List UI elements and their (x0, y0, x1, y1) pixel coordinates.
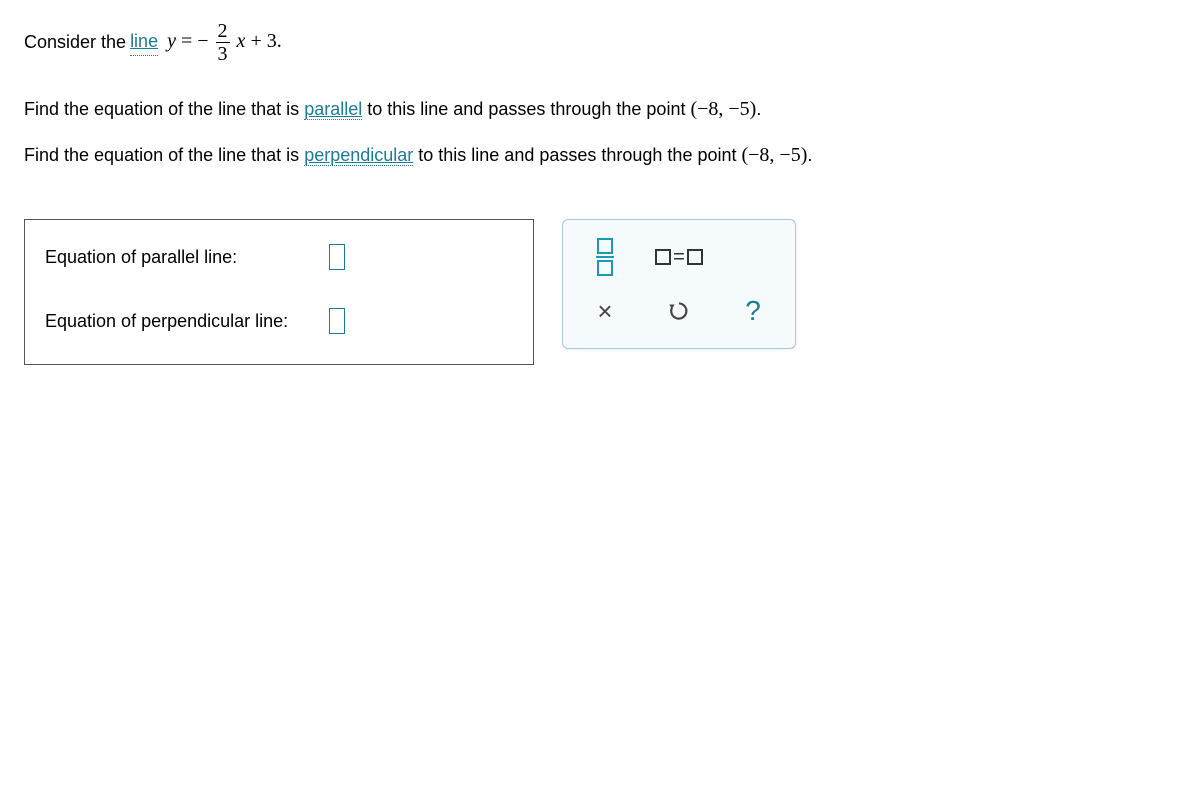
keypad-row-2: × ? (575, 284, 783, 338)
problem-statement: Consider the line y = − 2 3 x + 3. Find … (24, 20, 1176, 169)
fraction-icon (596, 238, 614, 276)
period-2: . (807, 145, 812, 165)
clear-icon: × (597, 296, 612, 327)
perpendicular-question: Find the equation of the line that is pe… (24, 141, 1176, 169)
perp-post: to this line and passes through the poin… (413, 145, 741, 165)
keypad: = × ? (562, 219, 796, 349)
eq-fraction: 2 3 (216, 20, 230, 65)
keypad-spacer-1 (729, 238, 777, 276)
keypad-reset-button[interactable] (655, 292, 703, 330)
reset-icon (666, 298, 692, 324)
parallel-input[interactable] (329, 244, 345, 270)
perpendicular-label: Equation of perpendicular line: (45, 311, 315, 332)
answer-area: Equation of parallel line: Equation of p… (24, 219, 1176, 365)
answer-box: Equation of parallel line: Equation of p… (24, 219, 534, 365)
help-icon: ? (745, 295, 761, 327)
keypad-clear-button[interactable]: × (581, 292, 629, 330)
equals-sign: = (673, 246, 685, 269)
parallel-pre: Find the equation of the line that is (24, 99, 304, 119)
period-1: . (756, 99, 761, 119)
link-perpendicular[interactable]: perpendicular (304, 145, 413, 166)
keypad-fraction-button[interactable] (581, 238, 629, 276)
parallel-question: Find the equation of the line that is pa… (24, 95, 1176, 123)
link-parallel[interactable]: parallel (304, 99, 362, 120)
keypad-row-1: = (575, 230, 783, 284)
eq-y: y (167, 30, 176, 52)
frac-den: 3 (216, 43, 230, 65)
link-line[interactable]: line (130, 29, 158, 55)
eq-neg: − (197, 30, 208, 52)
keypad-help-button[interactable]: ? (729, 292, 777, 330)
intro-line: Consider the line y = − 2 3 x + 3. (24, 20, 1176, 65)
eq-x: x (237, 30, 246, 52)
equals-icon: = (655, 246, 703, 269)
perp-pre: Find the equation of the line that is (24, 145, 304, 165)
parallel-label: Equation of parallel line: (45, 247, 315, 268)
given-equation: y = − 2 3 x + 3. (162, 20, 282, 65)
eq-const: + 3. (250, 30, 281, 52)
frac-num: 2 (216, 20, 230, 43)
intro-prefix: Consider the (24, 30, 126, 55)
parallel-answer-row: Equation of parallel line: (45, 244, 513, 270)
perpendicular-answer-row: Equation of perpendicular line: (45, 308, 513, 334)
perpendicular-input[interactable] (329, 308, 345, 334)
eq-equals: = (181, 30, 192, 52)
point-2: (−8, −5) (741, 144, 807, 166)
parallel-post: to this line and passes through the poin… (362, 99, 690, 119)
keypad-equals-button[interactable]: = (655, 238, 703, 276)
point-1: (−8, −5) (690, 98, 756, 120)
